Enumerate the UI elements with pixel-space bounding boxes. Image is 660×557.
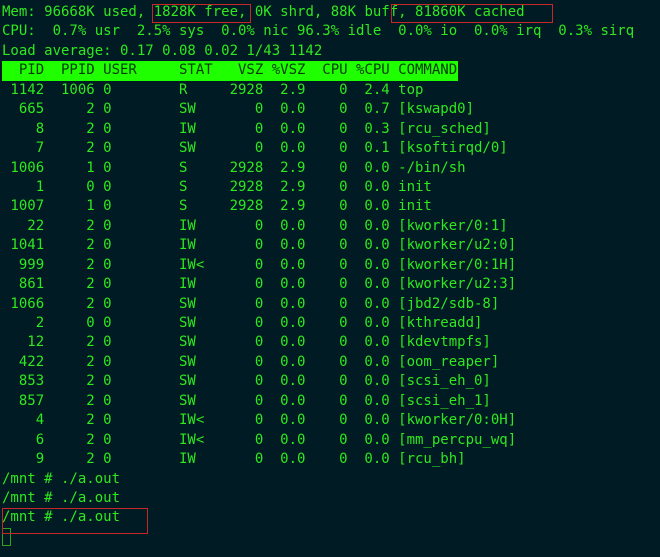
table-row: 853 2 0 SW 0 0.0 0 0.0 [scsi_eh_0]	[2, 373, 491, 390]
table-row: 1006 1 0 S 2928 2.9 0 0.0 -/bin/sh	[2, 159, 466, 176]
table-row: 9 2 0 IW 0 0.0 0 0.0 [rcu_bh]	[2, 451, 466, 468]
load-line: Load average: 0.17 0.08 0.02 1/43 1142	[2, 42, 323, 59]
table-row: 4 2 0 IW< 0 0.0 0 0.0 [kworker/0:0H]	[2, 412, 517, 429]
command-highlight-box	[2, 508, 148, 534]
table-row: 665 2 0 SW 0 0.0 0 0.7 [kswapd0]	[2, 101, 475, 118]
cpu-line: CPU: 0.7% usr 2.5% sys 0.0% nic 96.3% id…	[2, 23, 635, 40]
table-row: 999 2 0 IW< 0 0.0 0 0.0 [kworker/0:1H]	[2, 256, 517, 273]
process-table: 1142 1006 0 R 2928 2.9 0 2.4 top 665 2 0…	[2, 81, 634, 470]
table-row: 1007 1 0 S 2928 2.9 0 0.0 init	[2, 198, 432, 215]
table-row: 12 2 0 SW 0 0.0 0 0.0 [kdevtmpfs]	[2, 334, 491, 351]
table-row: 6 2 0 IW< 0 0.0 0 0.0 [mm_percpu_wq]	[2, 431, 517, 448]
free-highlight-box	[152, 4, 251, 23]
table-row: 422 2 0 SW 0 0.0 0 0.0 [oom_reaper]	[2, 353, 500, 370]
table-row: 22 2 0 IW 0 0.0 0 0.0 [kworker/0:1]	[2, 217, 508, 234]
table-header: PID PPID USER STAT VSZ %VSZ CPU %CPU COM…	[2, 61, 459, 81]
terminal[interactable]: Mem: 96668K used, 1828K free, 0K shrd, 8…	[2, 3, 634, 547]
table-row: 7 2 0 SW 0 0.0 0 0.1 [ksoftirqd/0]	[2, 140, 508, 157]
mem-shrd-buff: 0K shrd, 88K buff,	[246, 4, 416, 20]
shell-line: /mnt # ./a.out	[2, 470, 121, 487]
table-row: 1 0 0 S 2928 2.9 0 0.0 init	[2, 178, 432, 195]
shell-line: /mnt # ./a.out	[2, 489, 121, 506]
mem-used: Mem: 96668K used,	[2, 4, 154, 20]
cached-highlight-box	[391, 4, 553, 23]
table-row: 857 2 0 SW 0 0.0 0 0.0 [scsi_eh_1]	[2, 392, 491, 409]
table-row: 8 2 0 IW 0 0.0 0 0.3 [rcu_sched]	[2, 120, 491, 137]
table-row: 1142 1006 0 R 2928 2.9 0 2.4 top	[2, 81, 424, 98]
table-row: 2 0 0 SW 0 0.0 0 0.0 [kthreadd]	[2, 315, 483, 331]
table-row: 861 2 0 IW 0 0.0 0 0.0 [kworker/u2:3]	[2, 276, 517, 293]
table-row: 1066 2 0 SW 0 0.0 0 0.0 [jbd2/sdb-8]	[2, 295, 500, 312]
table-row: 1041 2 0 IW 0 0.0 0 0.0 [kworker/u2:0]	[2, 237, 517, 254]
